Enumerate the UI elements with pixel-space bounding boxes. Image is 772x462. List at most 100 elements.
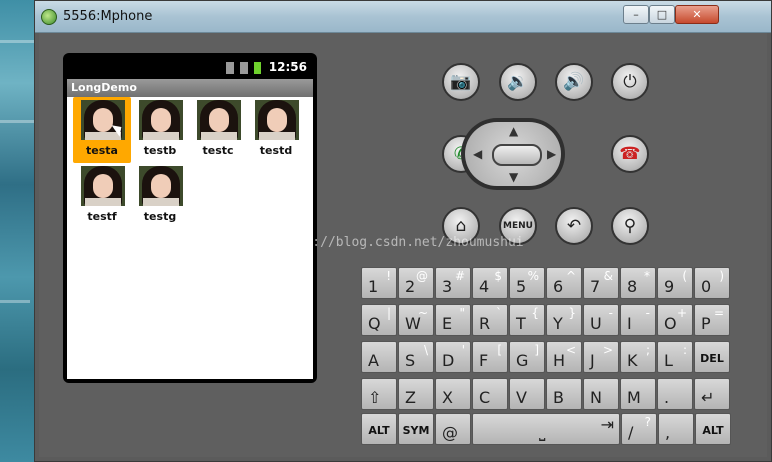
key-row3-8[interactable]: L: [657, 341, 693, 373]
key-alt-label: : [682, 343, 687, 357]
key-row3-2[interactable]: D ' [435, 341, 471, 373]
key-row1-3[interactable]: 4 $ [472, 267, 508, 299]
grid-item[interactable]: testd [247, 97, 305, 163]
key-main-label: 0 [701, 277, 712, 296]
key-row2-2[interactable]: E " [435, 304, 471, 336]
key-row2-5[interactable]: Y} [546, 304, 582, 336]
volume-down-button[interactable]: 🔉 [499, 63, 537, 101]
alt-right-key[interactable]: ALT [695, 413, 731, 445]
key-row2-7[interactable]: I- [620, 304, 656, 336]
key-alt-label: $ [494, 269, 502, 283]
grid-item[interactable]: testb [131, 97, 189, 163]
key-row2-4[interactable]: T{ [509, 304, 545, 336]
dpad-up-icon[interactable]: ▲ [509, 124, 518, 138]
key-row4-9[interactable]: ↵ [694, 378, 730, 410]
key-row3-9[interactable]: DEL [694, 341, 730, 373]
window-title: 5556:Mphone [63, 9, 153, 24]
grid-item[interactable]: testg [131, 163, 189, 229]
key-row1-5[interactable]: 6 ^ [546, 267, 582, 299]
key-alt-label: > [602, 343, 613, 357]
key-alt-label: - [608, 306, 613, 320]
key-row4-8[interactable]: . [657, 378, 693, 410]
key-main-label: H [553, 351, 566, 370]
key-row3-0[interactable]: A [361, 341, 397, 373]
key-row2-1[interactable]: W ~ [398, 304, 434, 336]
key-row3-4[interactable]: G] [509, 341, 545, 373]
search-button[interactable]: ⚲ [611, 207, 649, 245]
key-main-label: M [627, 388, 641, 407]
slash-key[interactable]: /? [621, 413, 657, 445]
key-row2-9[interactable]: P = [694, 304, 730, 336]
key-row2-0[interactable]: Q | [361, 304, 397, 336]
minimize-button[interactable]: – [623, 5, 649, 24]
key-row1-0[interactable]: 1! [361, 267, 397, 299]
space-key[interactable]: ⎵ ⇥ [472, 413, 620, 445]
key-main-label: O [664, 314, 677, 333]
grid-item[interactable]: testa [73, 97, 131, 163]
end-call-button[interactable]: ☎ [611, 135, 649, 173]
alt-left-key[interactable]: ALT [361, 413, 397, 445]
key-row4-7[interactable]: M [620, 378, 656, 410]
key-main-label: S [405, 351, 416, 370]
key-main-label: F [479, 351, 489, 370]
app-title: LongDemo [71, 81, 137, 94]
dpad-right-icon[interactable]: ▶ [547, 147, 556, 161]
key-main-label: 2 [405, 277, 416, 296]
key-row2-3[interactable]: R ` [472, 304, 508, 336]
key-row1-9[interactable]: 0) [694, 267, 730, 299]
status-icons [226, 62, 261, 74]
back-button[interactable]: ↶ [555, 207, 593, 245]
key-main-label: 9 [664, 277, 675, 296]
volume-up-button[interactable]: 🔊 [555, 63, 593, 101]
key-row4-6[interactable]: N [583, 378, 619, 410]
key-main-label: K [627, 351, 638, 370]
key-row3-7[interactable]: K; [620, 341, 656, 373]
title-bar: 5556:Mphone – □ ✕ [35, 1, 771, 33]
grid-item[interactable]: testf [73, 163, 131, 229]
key-main-label: ⇧ [368, 388, 382, 407]
key-row4-0[interactable]: ⇧ [361, 378, 397, 410]
key-row4-2[interactable]: X [435, 378, 471, 410]
at-key[interactable]: @ [435, 413, 471, 445]
key-alt-label: @ [416, 269, 428, 283]
camera-button[interactable]: 📷 [442, 63, 480, 101]
key-main-label: 4 [479, 277, 490, 296]
dpad-down-icon[interactable]: ▼ [509, 170, 518, 184]
key-row3-6[interactable]: J > [583, 341, 619, 373]
key-row1-2[interactable]: 3 # [435, 267, 471, 299]
key-alt-label: = [713, 306, 724, 320]
key-row1-4[interactable]: 5% [509, 267, 545, 299]
key-row4-3[interactable]: C [472, 378, 508, 410]
power-button[interactable]: ⏻ [611, 63, 649, 101]
key-alt-label: ( [682, 269, 687, 283]
key-alt-label: ! [386, 269, 391, 283]
sym-key[interactable]: SYM [398, 413, 434, 445]
key-main-label: I [627, 314, 632, 333]
key-row3-5[interactable]: H < [546, 341, 582, 373]
close-button[interactable]: ✕ [675, 5, 719, 24]
key-alt-label: { [531, 306, 539, 320]
key-row4-4[interactable]: V [509, 378, 545, 410]
grid-item[interactable]: testc [189, 97, 247, 163]
dpad-left-icon[interactable]: ◀ [473, 147, 482, 161]
key-row4-1[interactable]: Z [398, 378, 434, 410]
key-row1-6[interactable]: 7 & [583, 267, 619, 299]
key-row1-7[interactable]: 8 * [620, 267, 656, 299]
key-row3-1[interactable]: S \ [398, 341, 434, 373]
dpad-center-button[interactable] [492, 144, 542, 166]
key-row2-6[interactable]: U- [583, 304, 619, 336]
key-main-label: R [479, 314, 491, 333]
key-row3-3[interactable]: F[ [472, 341, 508, 373]
key-row1-1[interactable]: 2 @ [398, 267, 434, 299]
dpad[interactable]: ▲ ▼ ◀ ▶ [461, 118, 565, 190]
key-row2-8[interactable]: O + [657, 304, 693, 336]
maximize-button[interactable]: □ [649, 5, 675, 24]
key-alt-label: # [454, 269, 465, 283]
key-main-label: 5 [516, 277, 527, 296]
comma-key[interactable]: , [658, 413, 694, 445]
menu-label: MENU [503, 221, 533, 231]
watermark: http://blog.csdn.net/zhoumushui [281, 235, 524, 250]
key-main-label: A [368, 351, 379, 370]
key-row4-5[interactable]: B [546, 378, 582, 410]
key-row1-8[interactable]: 9( [657, 267, 693, 299]
